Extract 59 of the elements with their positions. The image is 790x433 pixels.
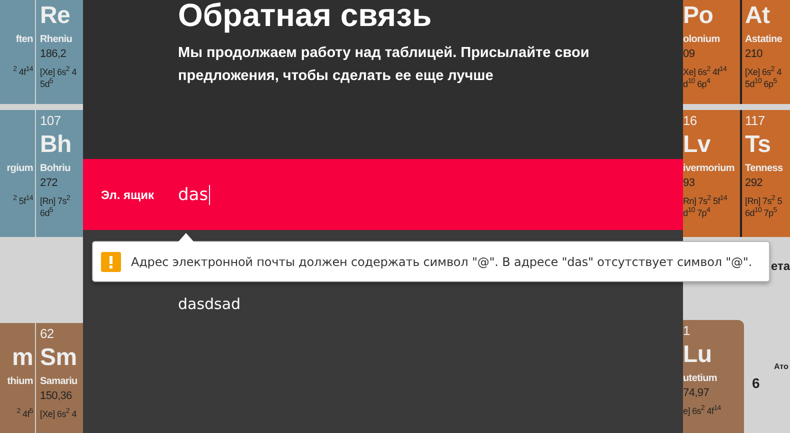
element-symbol: Re (40, 2, 72, 30)
field-label: Эл. ящик (100, 188, 156, 202)
electron-config: [Xe] 6s$^{2}$ 4 (40, 66, 78, 77)
electron-config: $^{2}$ 4f$^{5}$ (16, 408, 33, 420)
atomic-number: 117 (745, 113, 766, 129)
atomic-mass: 210 (745, 48, 764, 61)
electron-config: $^{2}$ 5f$^{14}$ (13, 195, 33, 206)
electron-config: 6d$^{5}$ (40, 207, 54, 218)
email-field[interactable]: das (178, 184, 278, 204)
atomic-mass: 272 (40, 177, 58, 190)
element-name: utetium (683, 372, 718, 384)
element-symbol: m (12, 344, 33, 372)
element-symbol: At (745, 2, 771, 30)
electron-config: 6d$^{10}$ 7p$^{5}$ (745, 207, 778, 218)
message-field[interactable]: dasdsad (178, 295, 278, 313)
element-name: Astatine (745, 34, 784, 45)
electron-config: Rn] 7s$^{2}$ 5f$^{14}$ (683, 195, 728, 206)
legend-text: Ато (774, 362, 788, 371)
legend-text: ета (771, 259, 790, 273)
element-name: ivermorium (683, 163, 736, 174)
element-symbol: Ts (745, 131, 772, 159)
electron-config: d$^{10}$ 6p$^{4}$ (683, 78, 712, 89)
element-symbol: Lv (683, 131, 712, 159)
electron-config: d$^{10}$ 7p$^{4}$ (683, 207, 712, 218)
atomic-number: 107 (40, 113, 62, 129)
atomic-mass: 74,97 (683, 386, 710, 400)
atomic-mass: 150,36 (40, 390, 73, 404)
atomic-mass: 09 (683, 48, 696, 61)
element-name: Samariu (40, 376, 78, 388)
electron-config: [Rn] 7s$^{2}$ 5 (745, 195, 783, 206)
tooltip-message: Адрес электронной почты должен содержать символ "@". В адресе "das" отсутствует символ "@". (131, 254, 752, 268)
element-name: ften (16, 34, 33, 45)
electron-config: 5d$^{10}$ 6p$^{5}$ (745, 78, 778, 89)
element-name: Bohriu (40, 163, 72, 174)
electron-config: [Xe] 6s$^{2}$ 4 (40, 408, 78, 420)
element-symbol: Lu (683, 340, 713, 369)
electron-config: e] 6s$^{2}$ 4f$^{14}$ (683, 404, 722, 416)
dialog-description: Мы продолжаем работу над таблицей. Присылайте свои предложения, чтобы сделать ее еще лучше (178, 44, 590, 86)
electron-config: Xe] 6s$^{2}$ 4f$^{14}$ (683, 66, 728, 77)
element-symbol: Bh (40, 131, 72, 159)
electron-config: [Rn] 7s$^{2}$ (40, 195, 72, 206)
atomic-number: 1 (683, 322, 691, 339)
element-name: Rheniu (40, 34, 74, 45)
element-name: thium (7, 376, 33, 388)
electron-config: 5d$^{5}$ (40, 78, 54, 89)
electron-config: $^{2}$ 4f$^{14}$ (13, 66, 33, 77)
atomic-mass: 93 (683, 177, 696, 190)
element-symbol: Sm (40, 344, 78, 372)
element-name: Tenness (745, 163, 784, 174)
atomic-number: 16 (683, 113, 698, 129)
atomic-mass: 186,2 (40, 48, 68, 61)
atomic-mass: 292 (745, 177, 764, 190)
element-name: olonium (683, 34, 721, 45)
element-name: rgium (6, 163, 33, 174)
atomic-number: 62 (40, 326, 55, 342)
electron-config: [Xe] 6s$^{2}$ 4 (745, 66, 782, 77)
element-symbol: Po (683, 2, 714, 30)
legend-text: 6 (752, 374, 760, 391)
warning-icon (101, 252, 121, 272)
